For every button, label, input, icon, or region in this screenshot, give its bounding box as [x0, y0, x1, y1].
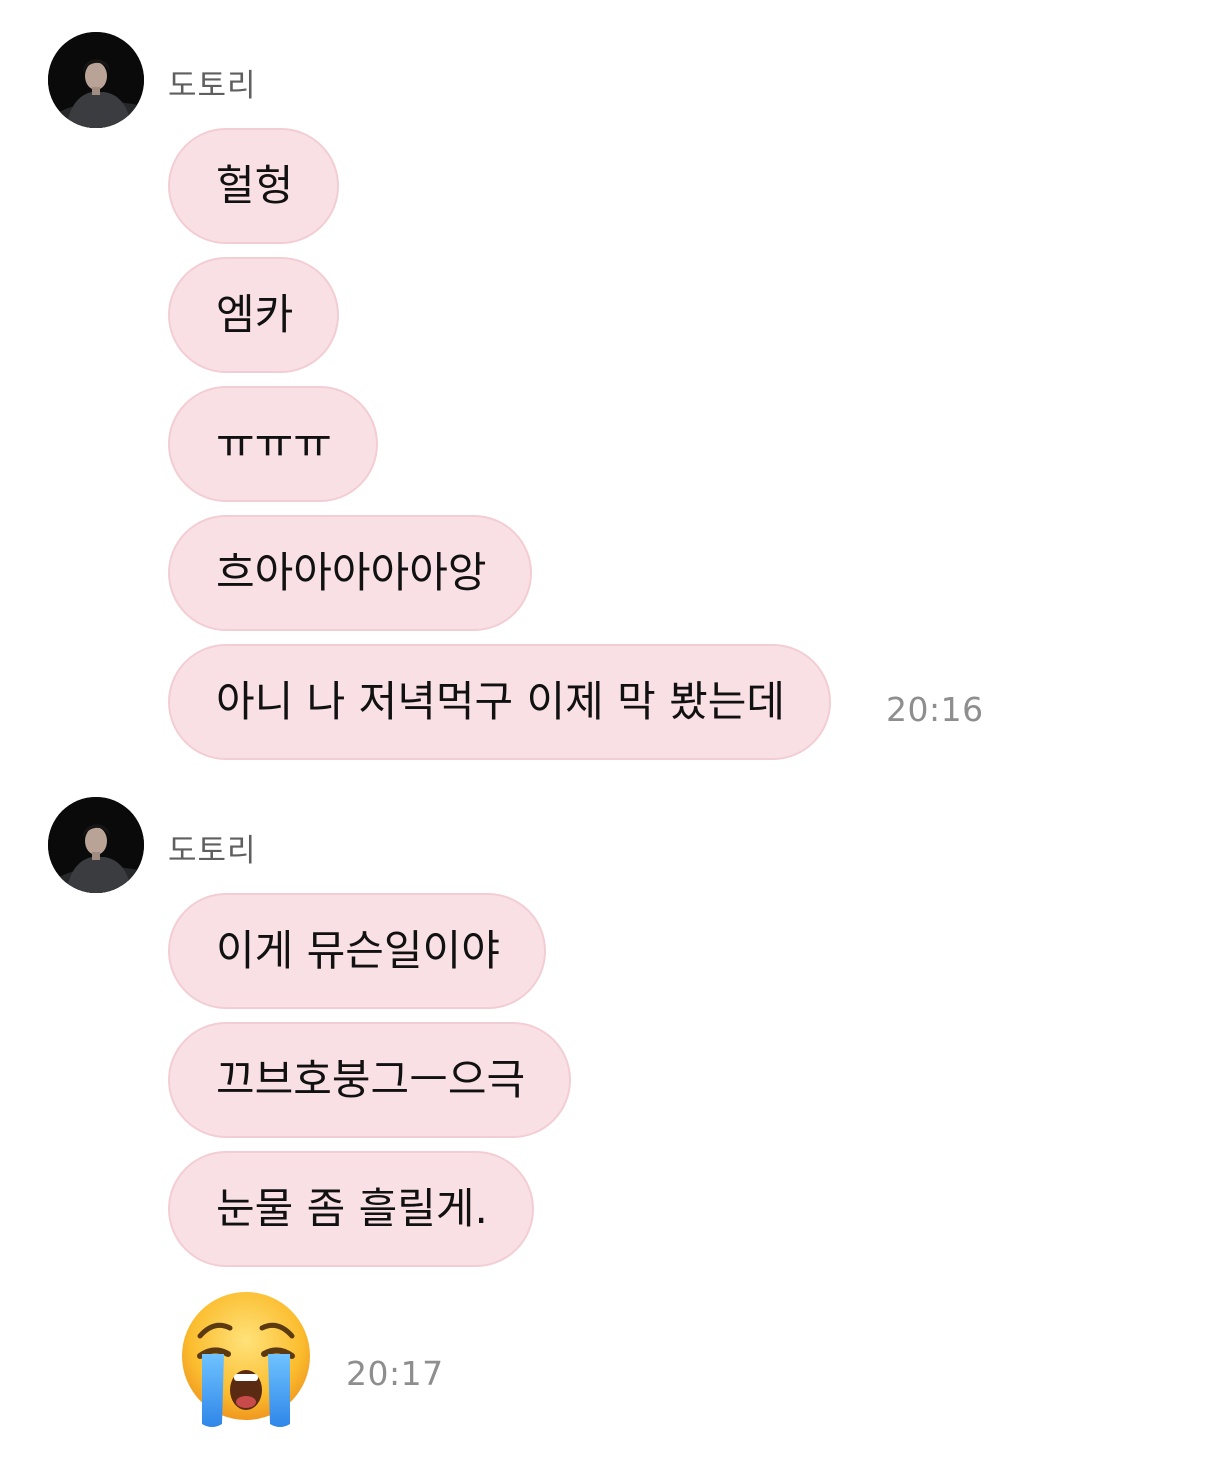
message-bubble[interactable]: 헐헝 — [168, 128, 340, 244]
message-timestamp: 20:16 — [886, 690, 984, 729]
profile-photo-icon — [48, 32, 144, 128]
message-bubble[interactable]: 눈물 좀 흘릴게. — [168, 1151, 534, 1267]
profile-photo-icon — [48, 797, 144, 893]
message-bubble[interactable]: 엠카 — [168, 257, 340, 373]
profile-avatar[interactable] — [48, 797, 144, 893]
message-bubble[interactable]: 아니 나 저녁먹구 이제 막 봤는데 — [168, 644, 832, 760]
sender-name: 도토리 — [168, 68, 257, 104]
message-bubble[interactable]: 이게 뮤슨일이야 — [168, 893, 546, 1009]
message-bubble[interactable]: 끄브호붕그ㅡ으극 — [168, 1022, 572, 1138]
loudly-crying-face-icon[interactable] — [176, 1290, 316, 1430]
sender-name: 도토리 — [168, 833, 257, 869]
message-bubble[interactable]: ㅠㅠㅠ — [168, 386, 378, 502]
message-bubble[interactable]: 흐아아아아아앙 — [168, 515, 533, 631]
message-timestamp: 20:17 — [346, 1354, 444, 1393]
profile-avatar[interactable] — [48, 32, 144, 128]
